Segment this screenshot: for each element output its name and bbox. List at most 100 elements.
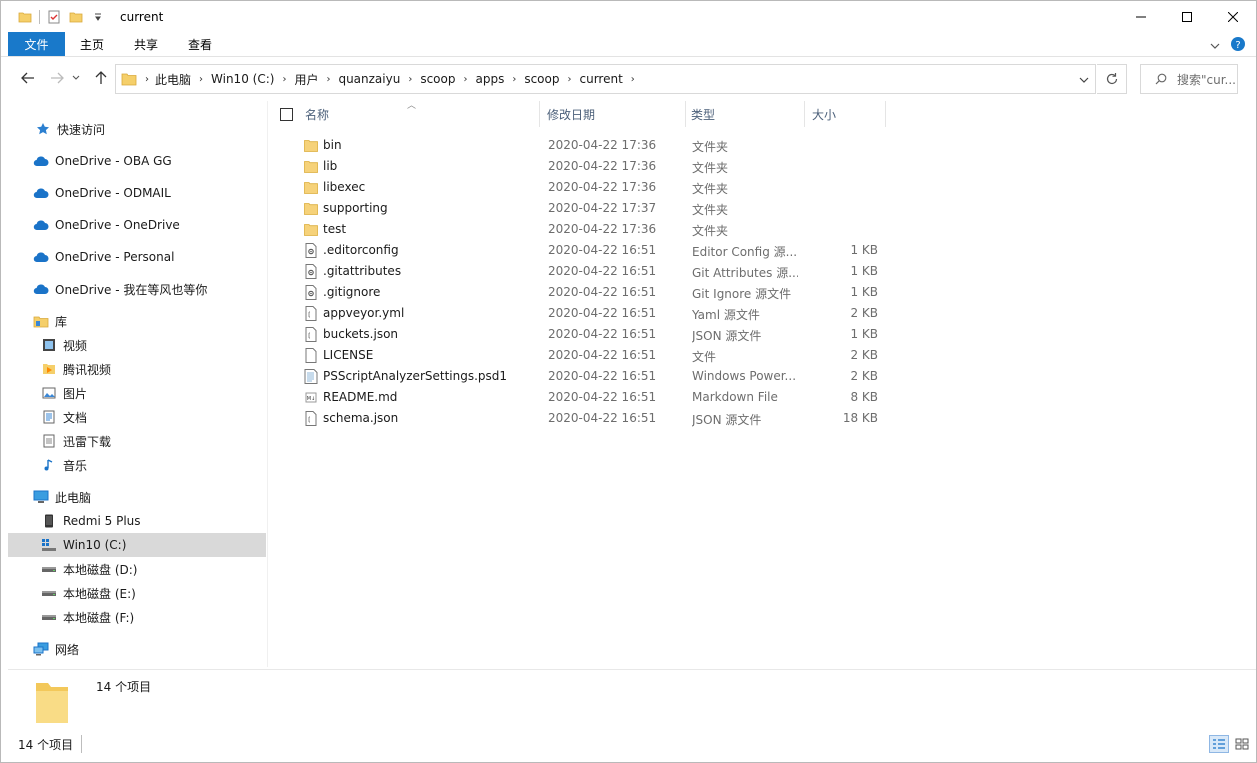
file-modified-date: 2020-04-22 16:51 [548,369,657,383]
breadcrumb-item[interactable]: scoop [524,72,559,86]
refresh-button[interactable] [1097,64,1127,94]
file-row[interactable]: M↓ README.md 2020-04-22 16:51 Markdown File… [301,387,881,408]
nav-item-onedrive-wozaideng[interactable]: OneDrive - 我在等风也等你 [8,277,266,301]
address-bar[interactable]: › 此电脑 › Win10 (C:) › 用户 › quanzaiyu › scoop ›… [115,64,1096,94]
file-size: 2 KB [850,348,878,362]
nav-item-drive-d[interactable]: 本地磁盘 (D:) [8,557,266,581]
nav-item-onedrive-oba[interactable]: OneDrive - OBA GG [8,149,266,173]
expand-ribbon-icon[interactable] [1210,39,1220,53]
file-row[interactable]: .gitignore 2020-04-22 16:51 Git Ignore 源文件… [301,282,881,303]
column-divider[interactable] [685,101,686,127]
address-row: › 此电脑 › Win10 (C:) › 用户 › quanzaiyu › scoop ›… [1,62,1256,96]
file-row[interactable]: .gitattributes 2020-04-22 16:51 Git Attrib… [301,261,881,282]
file-row[interactable]: appveyor.yml 2020-04-22 16:51 Yaml 源文件 2 KB [301,303,881,324]
file-size: 2 KB [850,306,878,320]
column-divider[interactable] [885,101,886,127]
nav-item-onedrive-onedrive[interactable]: OneDrive - OneDrive [8,213,266,237]
maximize-button[interactable] [1164,1,1210,32]
chevron-right-icon[interactable]: › [567,74,571,85]
chevron-right-icon[interactable]: › [512,74,516,85]
nav-item-drive-f[interactable]: 本地磁盘 (F:) [8,605,266,629]
network-icon [32,640,50,658]
column-header-name[interactable]: 名称 [305,101,539,127]
tab-share[interactable]: 共享 [119,32,173,56]
source-file-icon [304,305,318,321]
nav-item-redmi[interactable]: Redmi 5 Plus [8,509,266,533]
nav-item-onedrive-personal[interactable]: OneDrive - Personal [8,245,266,269]
file-row[interactable]: LICENSE 2020-04-22 16:51 文件 2 KB [301,345,881,366]
folder-icon [304,158,318,174]
up-button[interactable] [90,67,112,89]
file-type: 文件夹 [692,182,729,196]
nav-item-libraries[interactable]: 库 [8,309,266,333]
new-folder-icon[interactable] [68,9,84,25]
nav-item-pictures[interactable]: 图片 [8,381,266,405]
column-header-type[interactable]: 类型 [691,101,803,127]
nav-item-tencent-video[interactable]: 腾讯视频 [8,357,266,381]
tab-home[interactable]: 主页 [65,32,119,56]
breadcrumb-item[interactable]: 用户 [294,71,318,88]
help-icon[interactable]: ? [1230,36,1246,55]
tab-view[interactable]: 查看 [173,32,227,56]
file-modified-date: 2020-04-22 17:36 [548,222,657,236]
nav-item-music[interactable]: 音乐 [8,453,266,477]
explorer-window: current 文件 主页 共享 查看 ? › 此电脑 › Win10 (C:)… [0,0,1257,763]
breadcrumb-item[interactable]: Win10 (C:) [211,72,274,86]
back-button[interactable] [17,67,39,89]
chevron-right-icon[interactable]: › [463,74,467,85]
breadcrumb-item[interactable]: apps [475,72,504,86]
recent-locations-button[interactable] [69,67,83,89]
breadcrumb-item[interactable]: 此电脑 [155,71,191,88]
file-row[interactable]: schema.json 2020-04-22 16:51 JSON 源文件 18 KB [301,408,881,429]
column-divider[interactable] [804,101,805,127]
chevron-right-icon[interactable]: › [145,74,149,85]
file-row[interactable]: .editorconfig 2020-04-22 16:51 Editor Conf… [301,240,881,261]
forward-button[interactable] [46,67,68,89]
properties-icon[interactable] [46,9,62,25]
file-row[interactable]: libexec 2020-04-22 17:36 文件夹 [301,177,881,198]
chevron-right-icon[interactable]: › [408,74,412,85]
nav-item-onedrive-odmail[interactable]: OneDrive - ODMAIL [8,181,266,205]
file-row[interactable]: lib 2020-04-22 17:36 文件夹 [301,156,881,177]
column-divider[interactable] [539,101,540,127]
chevron-right-icon[interactable]: › [199,74,203,85]
chevron-right-icon[interactable]: › [631,74,635,85]
nav-item-label: OneDrive - Personal [55,250,175,264]
nav-item-label: 腾讯视频 [63,362,112,377]
file-row[interactable]: bin 2020-04-22 17:36 文件夹 [301,135,881,156]
folder-icon [34,679,70,728]
nav-item-label: 本地磁盘 (F:) [63,610,135,625]
file-name: test [323,222,347,236]
nav-item-this-pc[interactable]: 此电脑 [8,485,266,509]
column-header-size[interactable]: 大小 [812,101,882,127]
breadcrumb-item[interactable]: current [579,72,622,86]
nav-item-thunder-downloads[interactable]: 迅雷下载 [8,429,266,453]
file-row[interactable]: supporting 2020-04-22 17:37 文件夹 [301,198,881,219]
file-row[interactable]: PSScriptAnalyzerSettings.psd1 2020-04-22 … [301,366,881,387]
file-modified-date: 2020-04-22 16:51 [548,348,657,362]
search-input[interactable]: 搜索"cur... [1140,64,1238,94]
nav-item-win10-c[interactable]: Win10 (C:) [8,533,266,557]
close-button[interactable] [1210,1,1256,32]
tab-file[interactable]: 文件 [8,32,65,56]
select-all-checkbox[interactable] [280,108,293,121]
chevron-right-icon[interactable]: › [326,74,330,85]
nav-item-documents[interactable]: 文档 [8,405,266,429]
address-dropdown-icon[interactable] [1079,73,1089,87]
large-icons-view-button[interactable] [1232,735,1252,753]
breadcrumb-item[interactable]: quanzaiyu [338,72,400,86]
nav-item-drive-e[interactable]: 本地磁盘 (E:) [8,581,266,605]
breadcrumb-item[interactable]: scoop [420,72,455,86]
chevron-right-icon[interactable]: › [282,74,286,85]
minimize-button[interactable] [1118,1,1164,32]
file-row[interactable]: buckets.json 2020-04-22 16:51 JSON 源文件 1 KB [301,324,881,345]
nav-item-videos[interactable]: 视频 [8,333,266,357]
customize-dropdown-icon[interactable] [90,9,106,25]
file-row[interactable]: test 2020-04-22 17:36 文件夹 [301,219,881,240]
file-type: 文件 [692,350,717,364]
column-header-date[interactable]: 修改日期 [547,101,683,127]
nav-item-quick-access[interactable]: 快速访问 [8,117,266,141]
nav-item-network[interactable]: 网络 [8,637,266,661]
details-view-button[interactable] [1209,735,1229,753]
file-list: ︿ 名称 修改日期 类型 大小 bin 2020-04-22 17:36 文件夹 li… [271,98,1256,668]
